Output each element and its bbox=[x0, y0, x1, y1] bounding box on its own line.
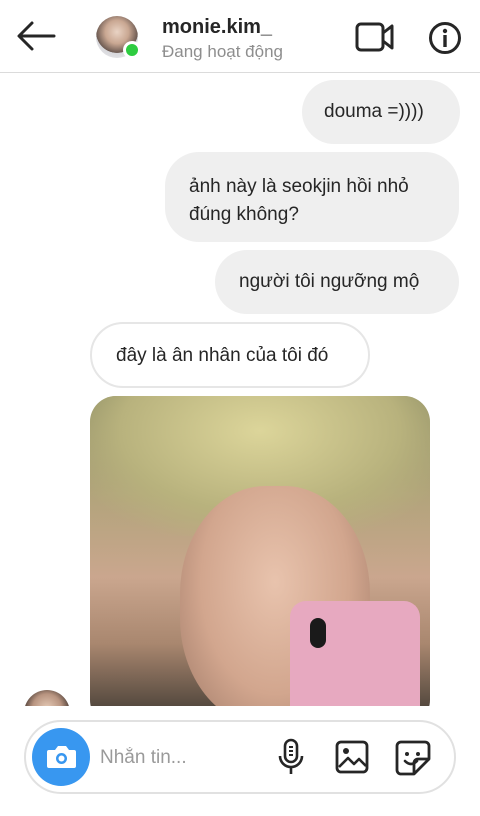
active-status: Đang hoạt động bbox=[162, 42, 283, 61]
chat-header: monie.kim_ Đang hoạt động bbox=[0, 0, 480, 73]
info-icon bbox=[429, 22, 461, 54]
video-call-icon bbox=[355, 22, 394, 52]
video-call-button[interactable] bbox=[355, 20, 395, 54]
back-arrow-icon bbox=[17, 21, 56, 51]
received-message[interactable]: đây là ân nhân của tôi đó bbox=[90, 322, 370, 388]
info-button[interactable] bbox=[428, 21, 462, 55]
sticker-button[interactable] bbox=[394, 739, 432, 777]
contact-avatar[interactable] bbox=[96, 16, 141, 59]
back-button[interactable] bbox=[14, 18, 58, 54]
sticker-icon bbox=[395, 740, 431, 776]
online-status-dot bbox=[123, 41, 141, 59]
contact-username[interactable]: monie.kim_ bbox=[162, 16, 272, 39]
gallery-icon bbox=[335, 740, 369, 774]
sent-message[interactable]: người tôi ngưỡng mộ bbox=[215, 250, 459, 314]
camera-button[interactable] bbox=[32, 728, 90, 786]
sent-message[interactable]: ảnh này là seokjin hồi nhỏ đúng không? bbox=[165, 152, 459, 242]
sent-message[interactable]: douma =)))) bbox=[302, 80, 460, 144]
gallery-button[interactable] bbox=[335, 740, 369, 774]
photo-phone-camera bbox=[310, 618, 326, 648]
received-photo[interactable] bbox=[90, 396, 430, 726]
message-input[interactable] bbox=[100, 744, 270, 772]
microphone-icon bbox=[278, 738, 304, 774]
camera-icon bbox=[47, 746, 76, 768]
microphone-button[interactable] bbox=[276, 738, 306, 776]
